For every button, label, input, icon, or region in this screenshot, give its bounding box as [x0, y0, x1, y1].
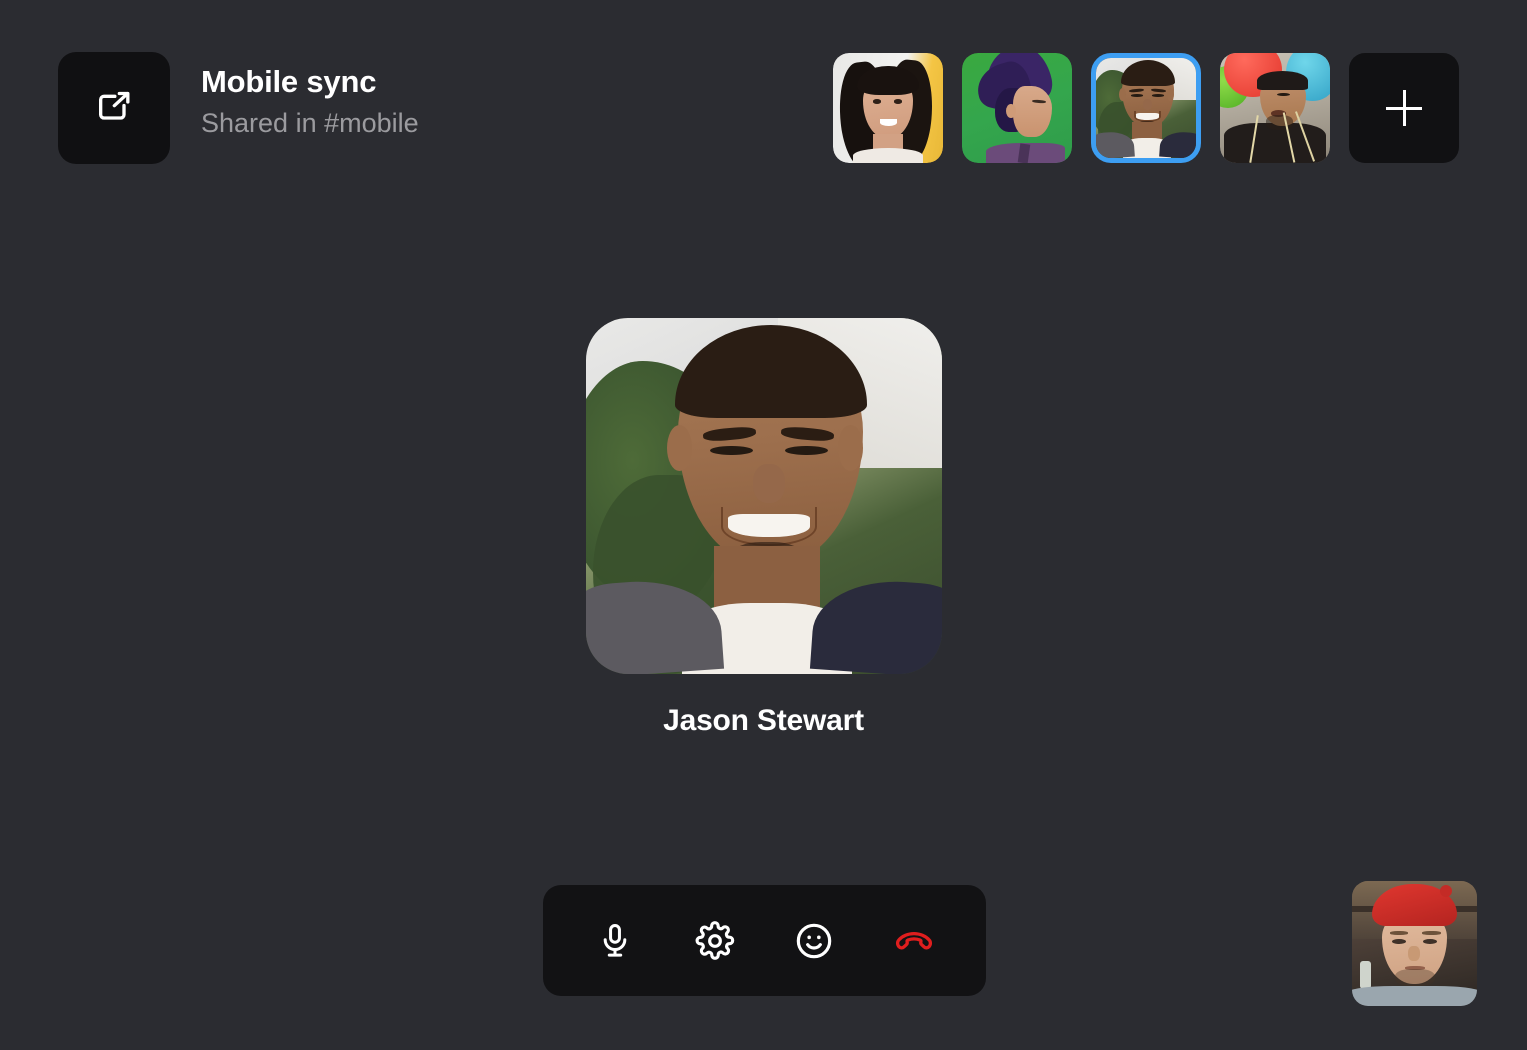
avatar: [833, 53, 943, 163]
share-screen-button[interactable]: [58, 52, 170, 164]
call-header: Mobile sync Shared in #mobile: [0, 0, 1527, 216]
leave-call-button[interactable]: [882, 909, 946, 973]
call-control-bar: [543, 885, 986, 996]
mute-microphone-button[interactable]: [583, 909, 647, 973]
settings-button[interactable]: [683, 909, 747, 973]
reactions-button[interactable]: [782, 909, 846, 973]
smiley-icon: [794, 921, 834, 961]
hangup-phone-icon: [892, 919, 936, 963]
plus-icon: [1386, 90, 1422, 126]
share-screen-icon: [94, 88, 134, 128]
active-speaker-name: Jason Stewart: [663, 704, 864, 737]
active-speaker-area: Jason Stewart: [0, 318, 1527, 738]
call-title-block: Mobile sync Shared in #mobile: [201, 62, 419, 142]
avatar: [962, 53, 1072, 163]
participant-tile-lisa[interactable]: [962, 53, 1072, 163]
active-speaker-video[interactable]: [585, 318, 942, 674]
avatar: [1220, 53, 1330, 163]
page-title: Mobile sync: [201, 64, 377, 99]
avatar: [585, 318, 942, 674]
add-participant-button[interactable]: [1349, 53, 1459, 163]
avatar: [1352, 881, 1477, 1006]
participant-tile-jason-stewart[interactable]: [1091, 53, 1201, 163]
microphone-icon: [596, 922, 634, 960]
participant-tile-carlos[interactable]: [1220, 53, 1330, 163]
participant-tile-anna[interactable]: [833, 53, 943, 163]
call-subtitle: Shared in #mobile: [201, 108, 419, 138]
gear-icon: [695, 920, 735, 961]
participant-strip: [833, 53, 1459, 163]
self-view-thumbnail[interactable]: [1352, 881, 1477, 1006]
avatar: [1096, 58, 1196, 158]
